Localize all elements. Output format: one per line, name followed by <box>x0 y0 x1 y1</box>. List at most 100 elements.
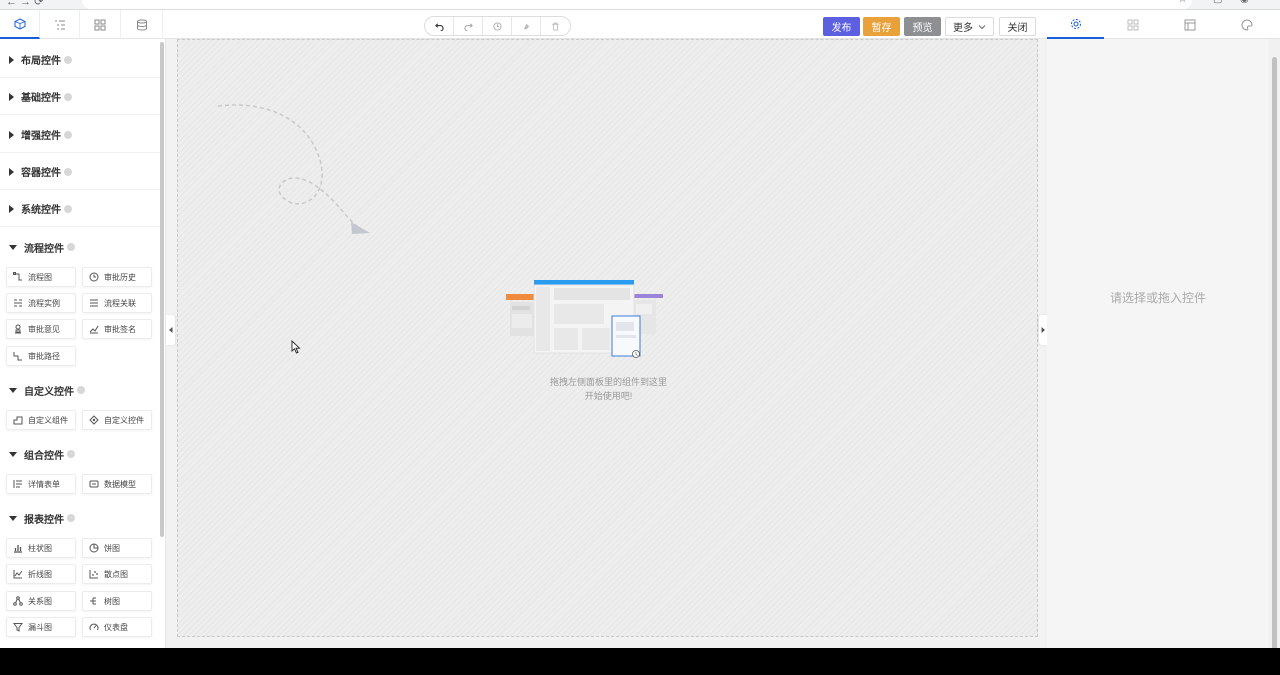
group-report[interactable]: 报表控件 <box>0 500 160 536</box>
detail-form-icon <box>13 480 22 488</box>
group-title: 系统控件 <box>21 205 61 216</box>
component-line-chart[interactable]: 折线图 <box>6 564 76 584</box>
component-flowchart[interactable]: 流程图 <box>6 267 76 287</box>
group-container[interactable]: 容器控件 <box>0 154 160 190</box>
custom-component-icon <box>13 416 23 425</box>
pie-chart-icon <box>89 543 99 553</box>
tab-theme[interactable] <box>1218 10 1275 39</box>
group-basic[interactable]: 基础控件 <box>0 79 160 115</box>
tab-properties[interactable] <box>1047 10 1104 39</box>
form-designer: ← → ⟳ ☆ ▢ ◉ <box>0 0 1280 648</box>
drag-hint-arrow <box>217 104 370 234</box>
tab-templates[interactable] <box>80 10 121 39</box>
empty-canvas-illustration <box>506 280 663 358</box>
caret-down-icon <box>9 515 17 521</box>
tab-form-settings[interactable] <box>1161 10 1218 39</box>
group-custom[interactable]: 自定义控件 <box>0 372 160 408</box>
sidebar-scrollbar[interactable] <box>160 42 164 537</box>
caret-down-icon <box>9 451 17 457</box>
collapse-right-panel-handle[interactable] <box>1039 315 1047 345</box>
gauge-icon <box>89 623 99 631</box>
signature-icon <box>89 325 99 334</box>
component-label: 审批历史 <box>104 272 136 282</box>
profile-icon[interactable]: ◉ <box>1240 0 1249 5</box>
more-dropdown[interactable]: 更多 <box>945 17 994 36</box>
preview-button[interactable]: 预览 <box>904 17 941 36</box>
clock-icon <box>492 21 502 31</box>
component-label: 详情表单 <box>28 479 60 489</box>
component-label: 审批路径 <box>28 351 60 361</box>
close-button[interactable]: 关闭 <box>999 17 1036 36</box>
redo-button[interactable] <box>454 17 483 35</box>
property-panel: 请选择或拖入控件 <box>1047 39 1269 648</box>
component-approval-opinion[interactable]: 审批意见 <box>6 319 76 339</box>
group-layout[interactable]: 布局控件 <box>0 42 160 78</box>
page-scrollbar[interactable] <box>1269 39 1280 648</box>
database-icon <box>136 19 147 31</box>
help-icon <box>64 55 72 64</box>
help-icon <box>64 167 72 176</box>
path-icon <box>13 352 22 361</box>
component-gauge[interactable]: 仪表盘 <box>82 617 152 637</box>
component-scatter-chart[interactable]: 散点图 <box>82 564 152 584</box>
undo-button[interactable] <box>425 17 454 35</box>
component-label: 折线图 <box>28 569 52 579</box>
help-icon <box>67 514 75 522</box>
browser-nav-icons[interactable]: ← → ⟳ <box>6 0 43 8</box>
group-workflow[interactable]: 流程控件 <box>0 229 160 265</box>
publish-button[interactable]: 发布 <box>823 17 860 36</box>
component-detail-form[interactable]: 详情表单 <box>6 474 76 494</box>
component-label: 饼图 <box>104 543 120 553</box>
gear-icon <box>1070 18 1081 29</box>
tab-data-source[interactable] <box>121 10 163 39</box>
component-tree-chart[interactable]: 树图 <box>82 591 152 611</box>
history-icon <box>89 272 99 282</box>
caret-right-icon <box>1041 327 1045 333</box>
page-scrollbar-thumb[interactable] <box>1272 57 1277 648</box>
component-data-model[interactable]: 数据模型 <box>82 474 152 494</box>
stamp-icon <box>15 324 21 334</box>
component-funnel-chart[interactable]: 漏斗图 <box>6 617 76 637</box>
save-draft-button[interactable]: 暂存 <box>863 17 900 36</box>
cube-icon <box>14 17 25 30</box>
help-icon <box>64 204 72 213</box>
caret-right-icon <box>9 167 14 176</box>
history-button[interactable] <box>483 17 512 35</box>
component-relation-chart[interactable]: 关系图 <box>6 591 76 611</box>
data-model-icon <box>89 480 99 488</box>
tab-outline[interactable] <box>40 10 80 39</box>
group-title: 组合控件 <box>24 450 64 462</box>
address-bar[interactable] <box>82 0 1192 9</box>
component-label: 流程关联 <box>104 298 136 308</box>
component-process-instance[interactable]: 流程实例 <box>6 293 76 313</box>
outline-list-icon <box>54 20 65 29</box>
collapse-left-panel-handle[interactable] <box>166 315 175 345</box>
component-process-link[interactable]: 流程关联 <box>82 293 152 313</box>
component-approval-signature[interactable]: 审批签名 <box>82 319 152 339</box>
bookmark-star-icon[interactable]: ☆ <box>1178 0 1187 5</box>
component-approval-history[interactable]: 审批历史 <box>82 267 152 287</box>
grid-icon <box>94 19 106 30</box>
history-controls <box>424 16 571 36</box>
tab-components[interactable] <box>0 10 40 39</box>
designer-toolbar: 发布 暂存 预览 更多 关闭 <box>0 10 1280 39</box>
scatter-chart-icon <box>89 570 98 579</box>
component-pie-chart[interactable]: 饼图 <box>82 538 152 558</box>
empty-canvas-hint-line2: 开始使用吧! <box>584 391 633 401</box>
flowchart-icon <box>13 272 22 281</box>
group-combination[interactable]: 组合控件 <box>0 436 160 472</box>
group-enhanced[interactable]: 增强控件 <box>0 117 160 153</box>
component-custom-control[interactable]: 自定义控件 <box>82 410 152 430</box>
component-label: 仪表盘 <box>104 622 128 632</box>
component-bar-chart[interactable]: 柱状图 <box>6 538 76 558</box>
component-approval-path[interactable]: 审批路径 <box>6 346 76 366</box>
design-canvas[interactable]: 拖拽左侧面板里的组件到这里 开始使用吧! <box>177 39 1038 637</box>
clear-button[interactable] <box>512 17 541 35</box>
component-label: 审批签名 <box>104 324 136 334</box>
delete-button[interactable] <box>541 17 570 35</box>
component-custom-component[interactable]: 自定义组件 <box>6 410 76 430</box>
tab-layout[interactable] <box>1104 10 1161 39</box>
group-system[interactable]: 系统控件 <box>0 191 160 227</box>
tree-chart-icon <box>90 597 96 605</box>
extension-icon[interactable]: ▢ <box>1213 0 1222 5</box>
